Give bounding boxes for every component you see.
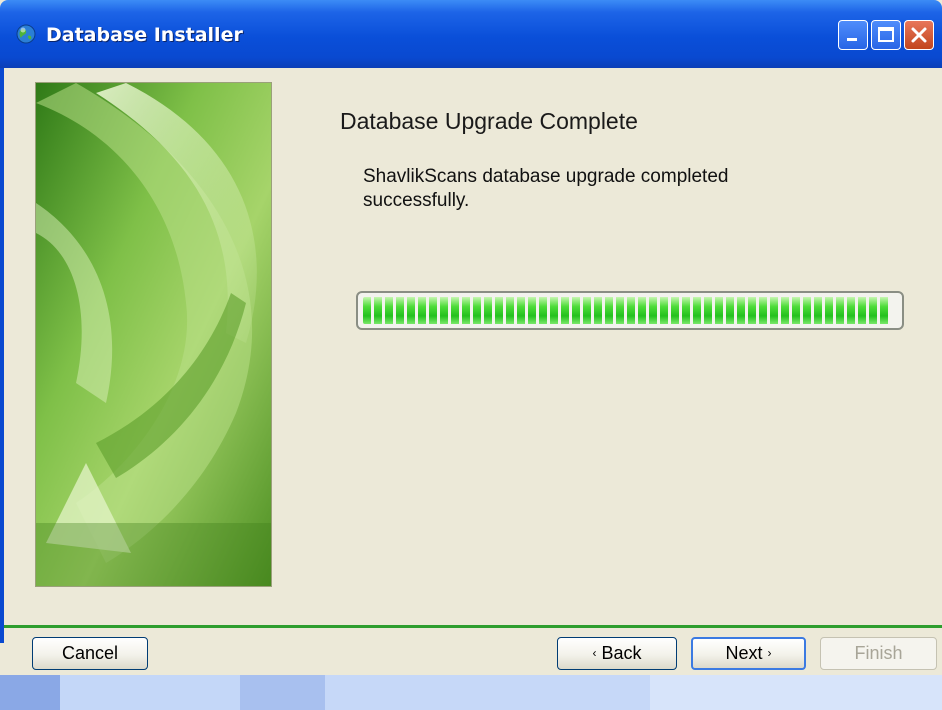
progress-segment — [451, 297, 459, 324]
progress-segment — [704, 297, 712, 324]
back-button[interactable]: ‹ Back — [557, 637, 677, 670]
window-title: Database Installer — [46, 24, 243, 46]
progress-segment — [374, 297, 382, 324]
minimize-button[interactable] — [838, 20, 868, 50]
progress-segment — [836, 297, 844, 324]
progress-segment — [682, 297, 690, 324]
progress-segment — [627, 297, 635, 324]
status-message: ShavlikScans database upgrade completed … — [363, 166, 729, 211]
progress-segment — [484, 297, 492, 324]
progress-segment — [726, 297, 734, 324]
progress-segment — [429, 297, 437, 324]
installer-window: Database Installer Database Upgrade Comp… — [0, 0, 942, 710]
maximize-button[interactable] — [871, 20, 901, 50]
page-heading: Database Upgrade Complete — [340, 108, 638, 134]
progress-segment — [693, 297, 701, 324]
progress-segment — [781, 297, 789, 324]
progress-segment — [814, 297, 822, 324]
progress-segment — [528, 297, 536, 324]
minimize-icon — [847, 38, 857, 41]
progress-segment — [605, 297, 613, 324]
progress-segment — [440, 297, 448, 324]
progress-segment — [792, 297, 800, 324]
progress-segment — [561, 297, 569, 324]
back-label: Back — [601, 643, 642, 663]
progress-segment — [660, 297, 668, 324]
progress-segment — [594, 297, 602, 324]
footer-separator — [4, 625, 942, 628]
progress-segment — [671, 297, 679, 324]
title-bar[interactable]: Database Installer — [0, 0, 942, 68]
progress-segment — [407, 297, 415, 324]
progress-segment — [473, 297, 481, 324]
progress-segment — [715, 297, 723, 324]
progress-segment — [770, 297, 778, 324]
progress-segment — [517, 297, 525, 324]
cancel-button[interactable]: Cancel — [32, 637, 148, 670]
progress-segment — [649, 297, 657, 324]
progress-segment — [506, 297, 514, 324]
progress-segment — [880, 297, 888, 324]
progress-segment — [616, 297, 624, 324]
close-button[interactable] — [904, 20, 934, 50]
taskbar-strip — [0, 675, 942, 710]
maximize-icon — [878, 27, 894, 42]
progress-segment — [572, 297, 580, 324]
back-arrow-icon: ‹ — [592, 646, 597, 660]
progress-segment — [803, 297, 811, 324]
progress-segment — [583, 297, 591, 324]
finish-button: Finish — [820, 637, 937, 670]
next-label: Next — [725, 643, 763, 663]
progress-segment — [495, 297, 503, 324]
next-button[interactable]: Next › — [691, 637, 806, 670]
progress-segment — [363, 297, 371, 324]
progress-segment — [418, 297, 426, 324]
progress-segment — [825, 297, 833, 324]
cancel-label: Cancel — [61, 643, 119, 663]
window-left-border — [0, 68, 4, 643]
progress-segment — [385, 297, 393, 324]
progress-segment — [847, 297, 855, 324]
wizard-banner-image — [35, 82, 272, 587]
progress-segment — [737, 297, 745, 324]
progress-segment — [462, 297, 470, 324]
next-arrow-icon: › — [767, 646, 772, 660]
close-icon — [911, 27, 927, 43]
progress-segment — [759, 297, 767, 324]
progress-segment — [748, 297, 756, 324]
globe-icon — [16, 24, 36, 44]
progress-segment — [858, 297, 866, 324]
progress-segment — [539, 297, 547, 324]
progress-segment — [869, 297, 877, 324]
progress-fill — [363, 297, 897, 324]
progress-segment — [550, 297, 558, 324]
finish-label: Finish — [854, 643, 903, 663]
progress-bar — [356, 291, 904, 330]
progress-segment — [638, 297, 646, 324]
progress-segment — [396, 297, 404, 324]
